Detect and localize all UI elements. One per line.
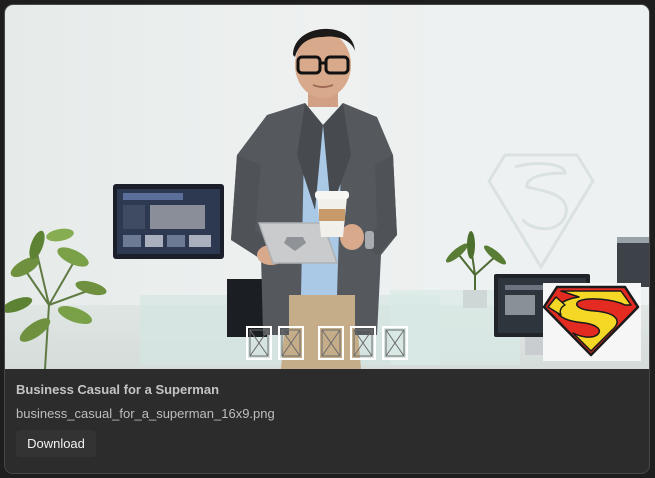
download-button[interactable]: Download — [16, 430, 96, 457]
photo-preview[interactable] — [5, 5, 649, 369]
photo-scene — [5, 5, 649, 369]
superman-shield-icon — [542, 283, 641, 361]
image-filename: business_casual_for_a_superman_16x9.png — [16, 406, 275, 421]
card-details: Business Casual for a Superman business_… — [5, 369, 649, 473]
image-card: Business Casual for a Superman business_… — [4, 4, 650, 474]
image-title: Business Casual for a Superman — [16, 382, 220, 397]
wall-monitor — [113, 184, 224, 259]
